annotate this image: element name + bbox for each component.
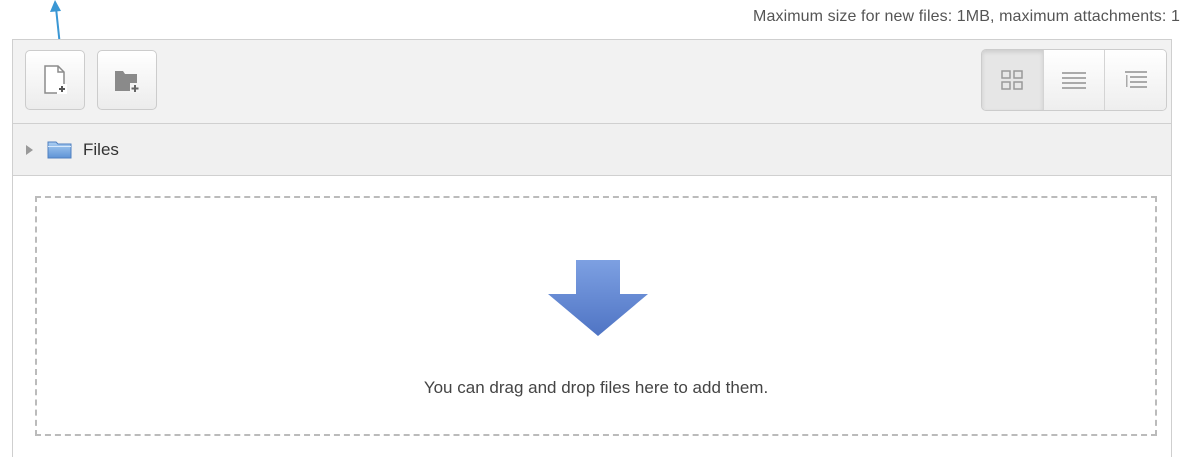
file-restrictions-text: Maximum size for new files: 1MB, maximum… [753,8,1180,25]
add-file-icon [44,65,67,94]
view-mode-switcher [981,49,1167,111]
path-folder-label[interactable]: Files [83,140,119,160]
view-details-button[interactable] [1042,50,1105,110]
create-folder-icon [115,71,140,93]
filemanager-toolbar [13,40,1171,124]
expand-triangle-icon[interactable] [26,144,33,155]
view-tree-icon [1124,71,1147,88]
add-file-button[interactable] [25,50,85,110]
view-details-icon [1062,72,1086,89]
down-arrow-icon [548,260,648,336]
view-icons-icon [1001,70,1024,90]
path-breadcrumb: Files [13,124,1171,176]
folder-icon [47,140,73,160]
file-manager-page: Maximum size for new files: 1MB, maximum… [0,0,1186,457]
view-icons-button[interactable] [982,50,1043,110]
drag-drop-area[interactable]: You can drag and drop files here to add … [35,196,1157,436]
view-tree-button[interactable] [1104,50,1166,110]
filemanager-container: Files You can drag and drop files here t… [12,39,1172,457]
drag-drop-message: You can drag and drop files here to add … [423,378,769,397]
create-folder-button[interactable] [97,50,157,110]
